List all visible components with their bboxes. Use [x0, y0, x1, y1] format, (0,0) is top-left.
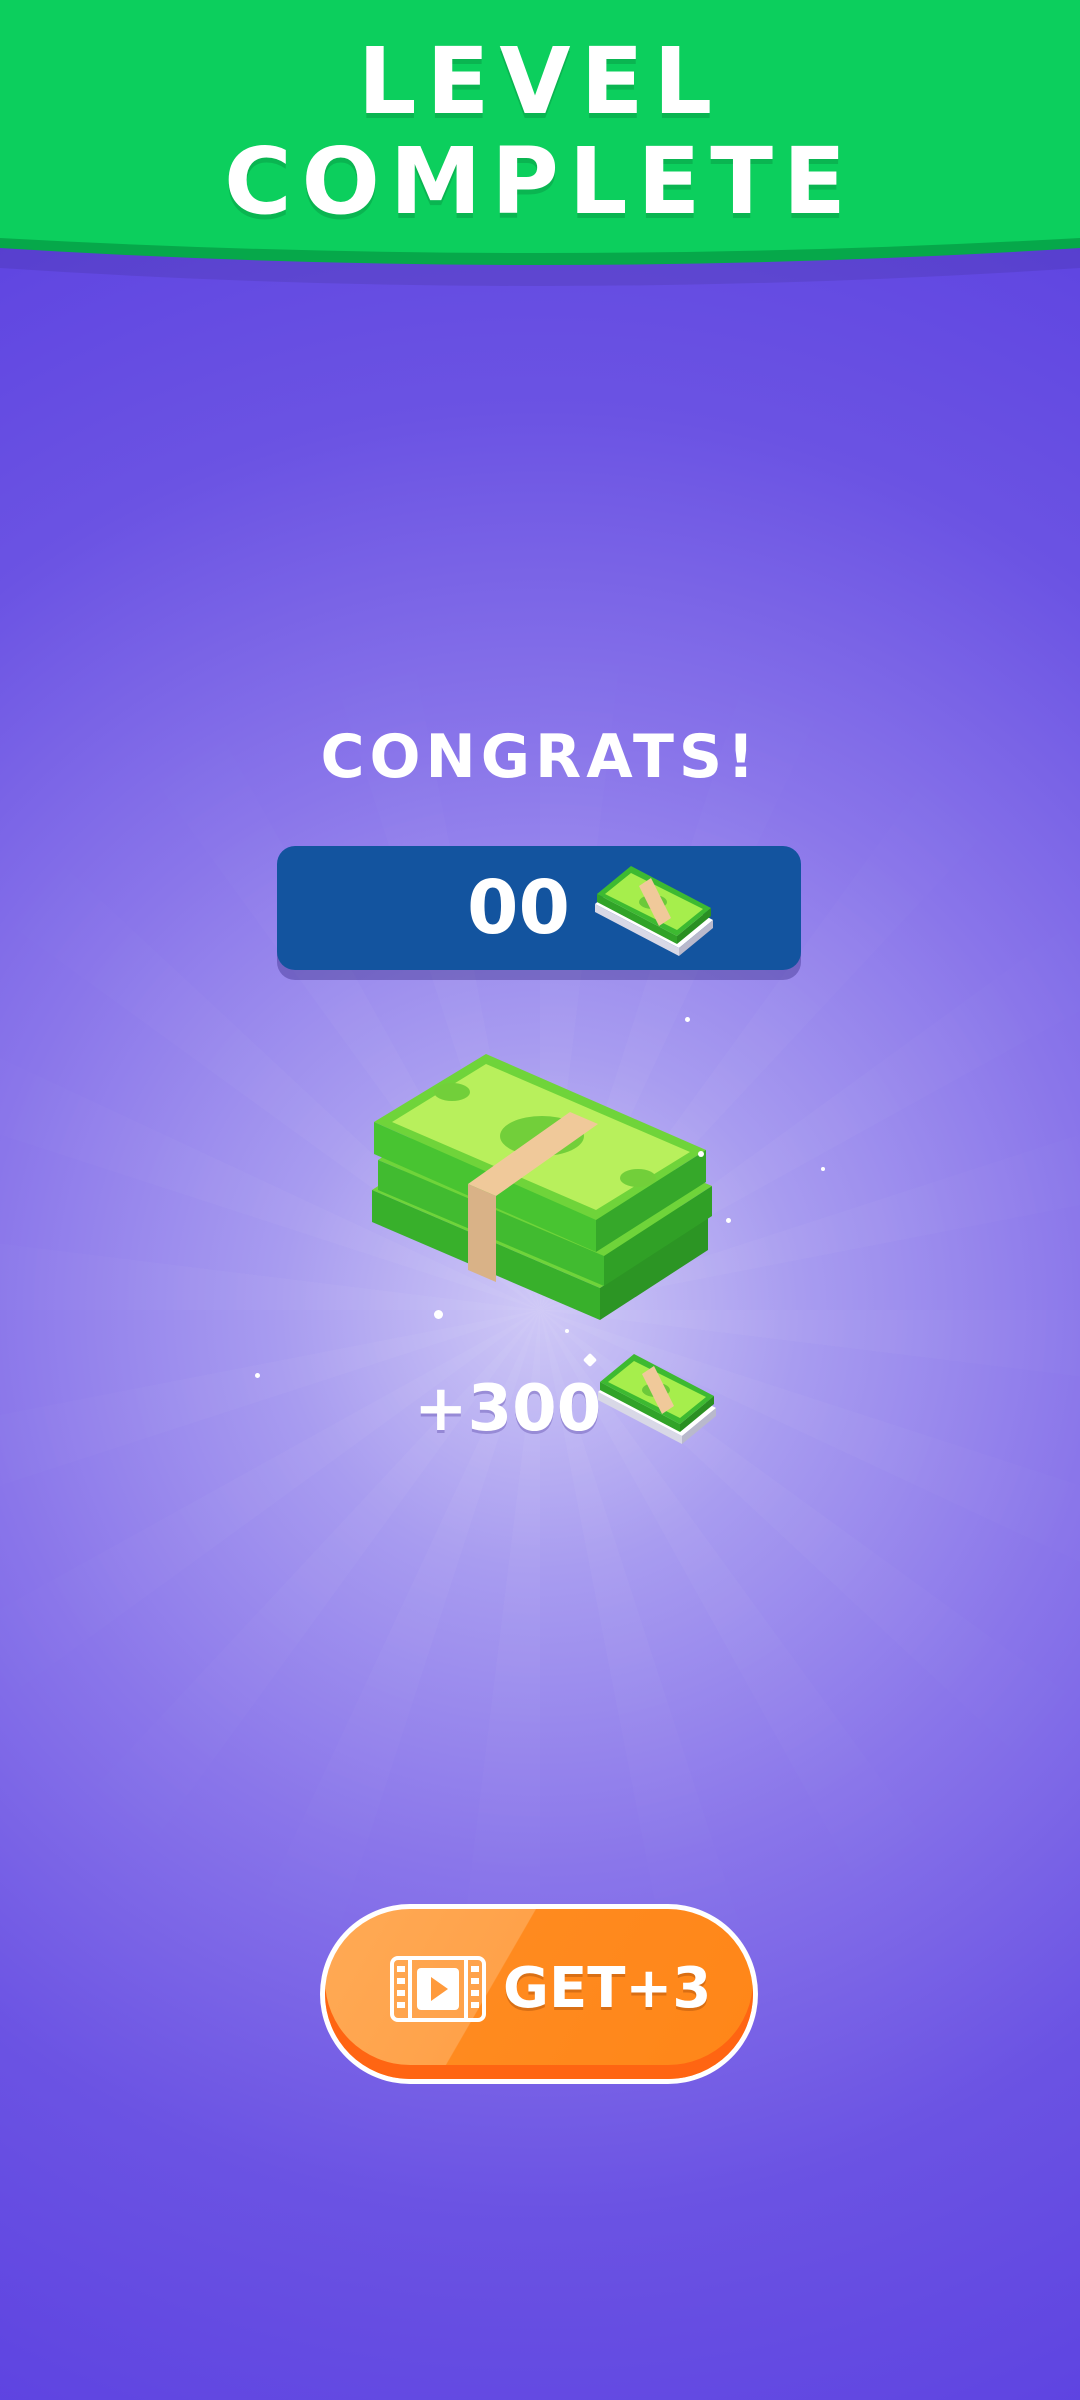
cash-stack-icon [598, 1354, 716, 1444]
banner-title-line2: COMPLETE [224, 128, 856, 235]
get-reward-button[interactable]: GET+3 [320, 1904, 758, 2084]
banner-title: LEVEL COMPLETE [0, 32, 1080, 232]
currency-balance: 00 [277, 846, 801, 970]
balance-value: 00 [467, 865, 570, 951]
sparkle [726, 1218, 731, 1223]
sparkle [698, 1151, 704, 1157]
reward-amount: +300 [414, 1372, 602, 1446]
congrats-text: CONGRATS! [320, 722, 760, 792]
banner-title-line1: LEVEL [357, 28, 723, 135]
video-ad-icon [390, 1956, 486, 2022]
cash-stack-illustration [372, 1054, 712, 1320]
sparkle [255, 1373, 260, 1378]
sparkle [434, 1310, 443, 1319]
sparkle [821, 1167, 825, 1171]
cash-stack-icon [595, 866, 713, 956]
get-reward-button-face[interactable]: GET+3 [325, 1909, 753, 2079]
sparkle [685, 1017, 690, 1022]
get-reward-label: GET+3 [503, 1956, 712, 2021]
level-complete-banner: LEVEL COMPLETE [0, 0, 1080, 290]
sparkle [565, 1329, 569, 1333]
